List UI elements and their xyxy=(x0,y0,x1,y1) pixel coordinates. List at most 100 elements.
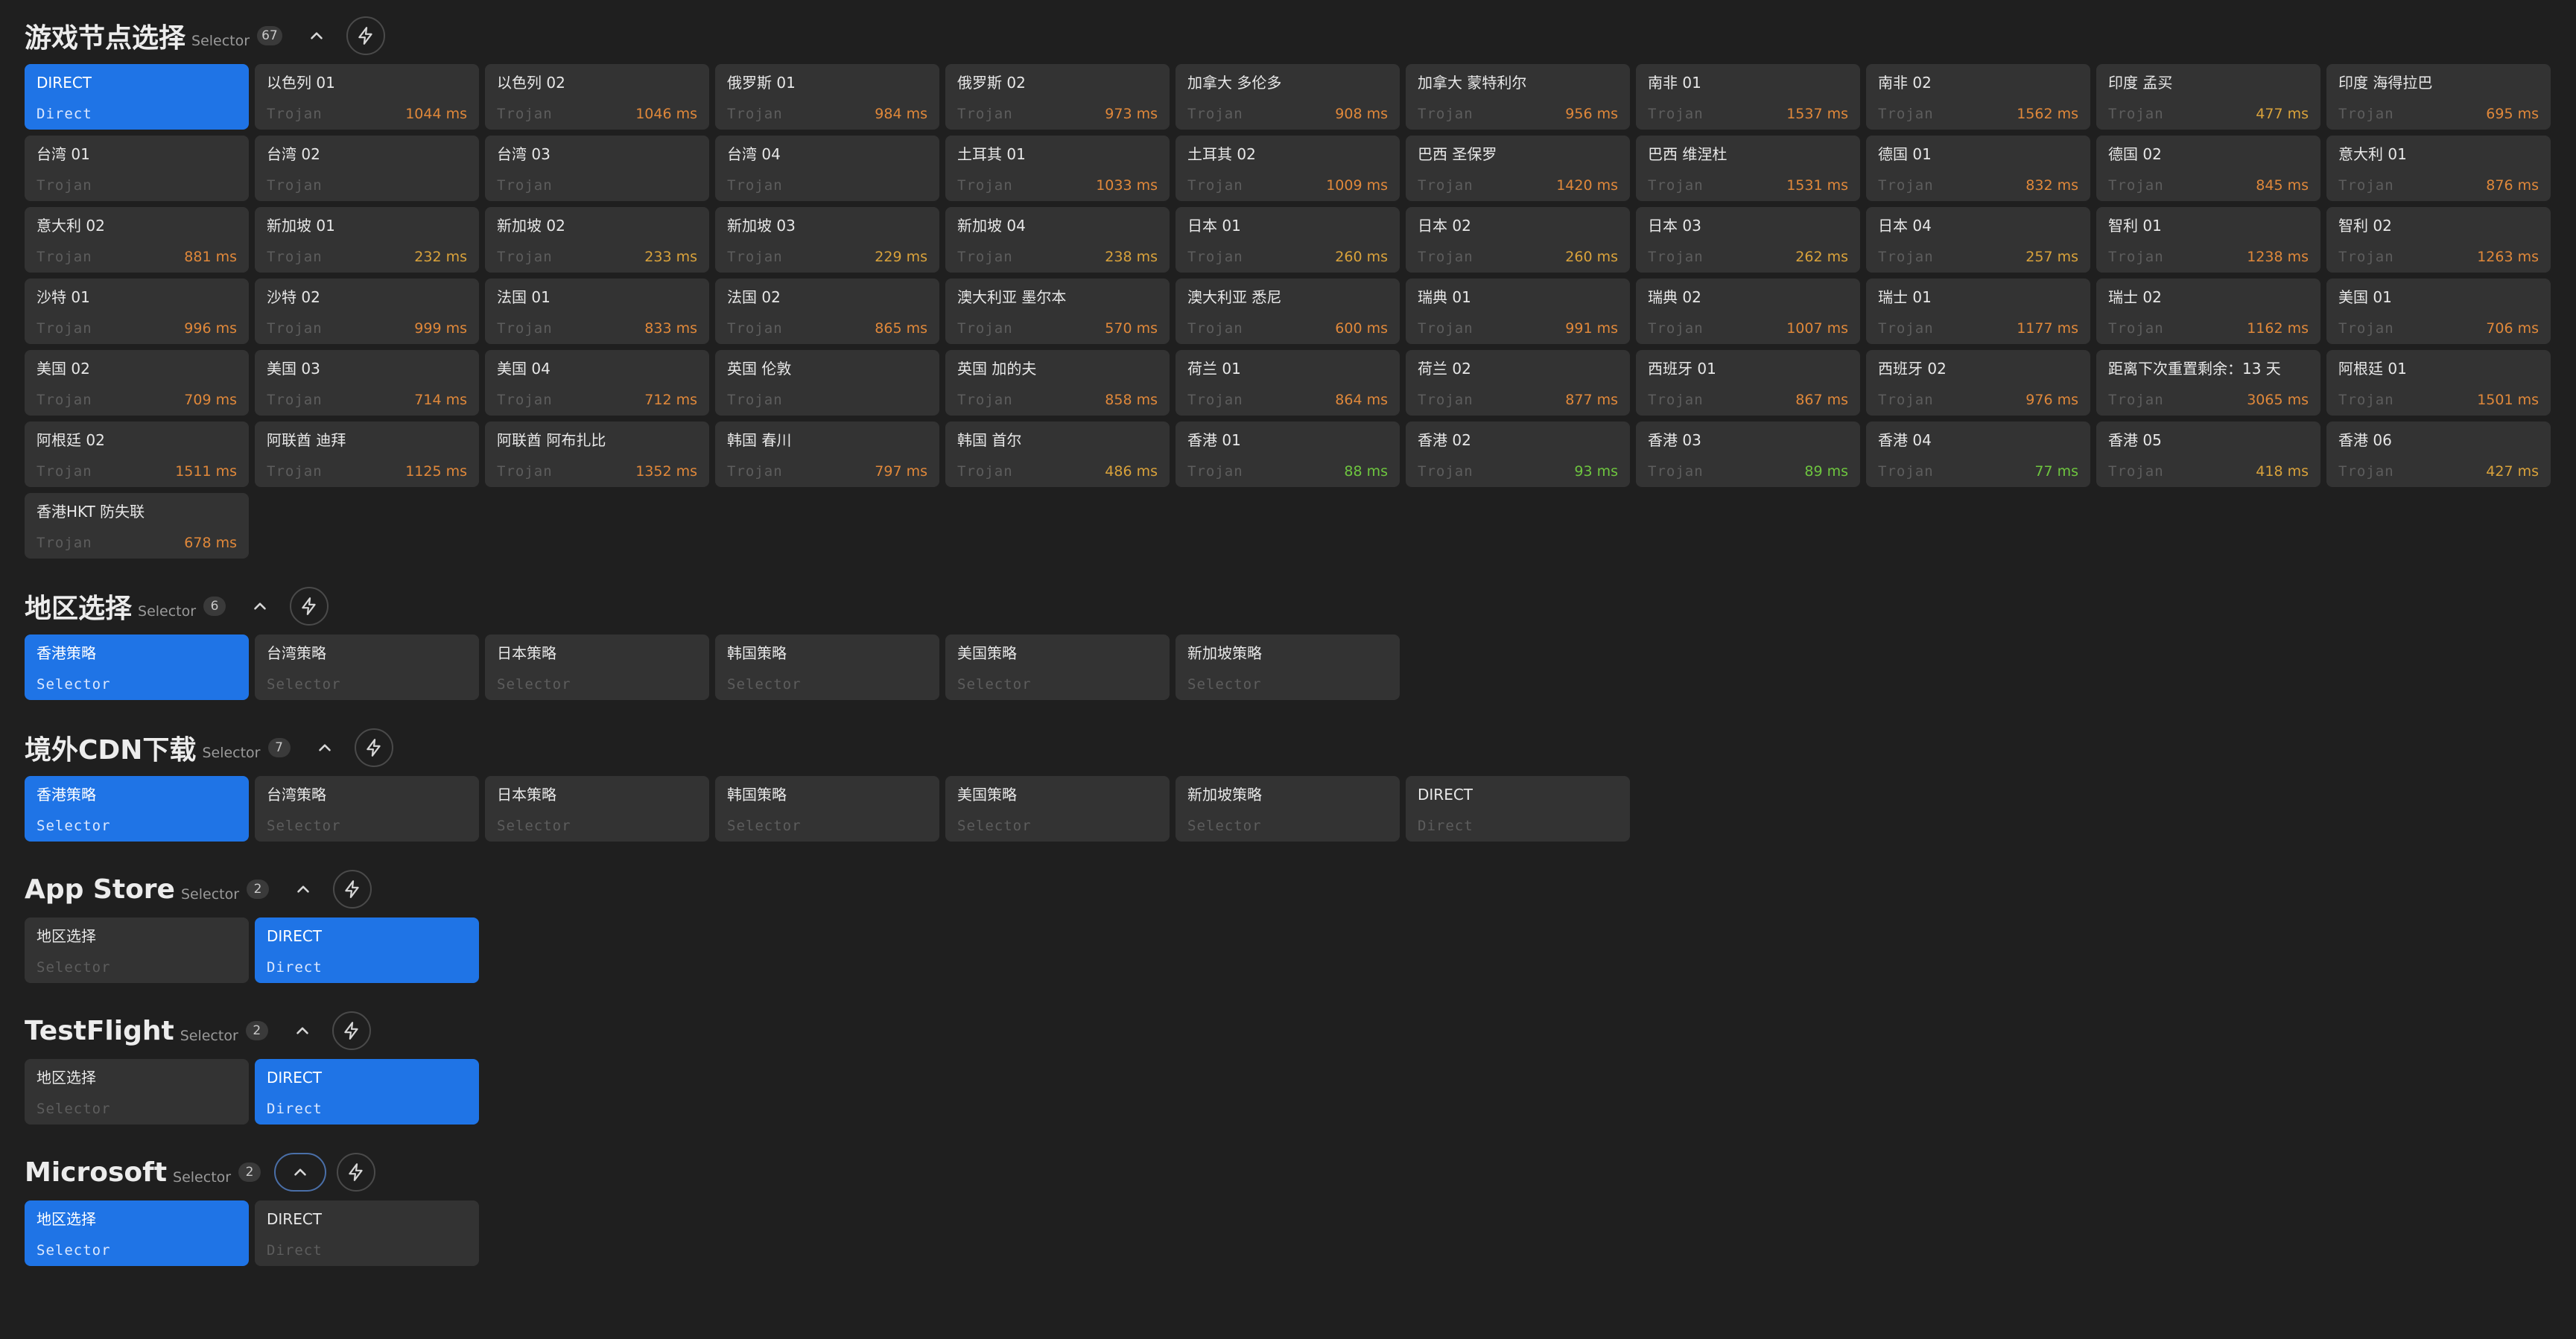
proxy-node-card[interactable]: 瑞士 02 Trojan 1162 ms xyxy=(2096,279,2320,344)
proxy-node-card[interactable]: 沙特 02 Trojan 999 ms xyxy=(255,279,479,344)
latency-test-button[interactable] xyxy=(354,728,393,767)
proxy-node-card[interactable]: 土耳其 02 Trojan 1009 ms xyxy=(1176,136,1400,201)
proxy-node-card[interactable]: 美国 03 Trojan 714 ms xyxy=(255,350,479,416)
collapse-button[interactable] xyxy=(297,16,336,55)
proxy-node-card[interactable]: 美国 02 Trojan 709 ms xyxy=(25,350,249,416)
node-type: Selector xyxy=(497,676,571,693)
proxy-node-card[interactable]: 法国 01 Trojan 833 ms xyxy=(485,279,709,344)
proxy-node-card[interactable]: 香港 05 Trojan 418 ms xyxy=(2096,422,2320,487)
proxy-node-card-selected[interactable]: DIRECT Direct xyxy=(255,1059,479,1125)
proxy-node-card[interactable]: 加拿大 多伦多 Trojan 908 ms xyxy=(1176,64,1400,130)
proxy-node-card[interactable]: 俄罗斯 02 Trojan 973 ms xyxy=(945,64,1170,130)
proxy-node-card-selected[interactable]: 香港策略 Selector xyxy=(25,776,249,842)
proxy-node-card[interactable]: 阿根廷 02 Trojan 1511 ms xyxy=(25,422,249,487)
proxy-node-card[interactable]: 香港 04 Trojan 77 ms xyxy=(1866,422,2090,487)
proxy-node-card[interactable]: 日本策略 Selector xyxy=(485,776,709,842)
proxy-node-card[interactable]: 瑞典 01 Trojan 991 ms xyxy=(1406,279,1630,344)
proxy-node-card[interactable]: 沙特 01 Trojan 996 ms xyxy=(25,279,249,344)
proxy-node-card[interactable]: 德国 02 Trojan 845 ms xyxy=(2096,136,2320,201)
proxy-node-card[interactable]: 巴西 维涅杜 Trojan 1531 ms xyxy=(1636,136,1860,201)
proxy-node-card[interactable]: 日本 04 Trojan 257 ms xyxy=(1866,207,2090,273)
proxy-node-card[interactable]: 日本 03 Trojan 262 ms xyxy=(1636,207,1860,273)
proxy-node-card-selected[interactable]: 地区选择 Selector xyxy=(25,1200,249,1266)
proxy-node-card[interactable]: 荷兰 01 Trojan 864 ms xyxy=(1176,350,1400,416)
collapse-button[interactable] xyxy=(305,728,344,767)
proxy-node-card[interactable]: 距离下次重置剩余：13 天 Trojan 3065 ms xyxy=(2096,350,2320,416)
collapse-button[interactable] xyxy=(283,1011,322,1050)
proxy-node-card[interactable]: 新加坡策略 Selector xyxy=(1176,776,1400,842)
proxy-node-card[interactable]: 意大利 01 Trojan 876 ms xyxy=(2326,136,2551,201)
proxy-node-card[interactable]: 德国 01 Trojan 832 ms xyxy=(1866,136,2090,201)
proxy-node-card[interactable]: 美国 04 Trojan 712 ms xyxy=(485,350,709,416)
proxy-node-card[interactable]: 以色列 01 Trojan 1044 ms xyxy=(255,64,479,130)
proxy-node-card[interactable]: 美国策略 Selector xyxy=(945,634,1170,700)
proxy-node-card[interactable]: DIRECT Direct xyxy=(1406,776,1630,842)
proxy-node-card[interactable]: 台湾 04 Trojan xyxy=(715,136,939,201)
proxy-node-card[interactable]: 新加坡 04 Trojan 238 ms xyxy=(945,207,1170,273)
proxy-node-card[interactable]: 台湾策略 Selector xyxy=(255,634,479,700)
proxy-node-card[interactable]: 英国 加的夫 Trojan 858 ms xyxy=(945,350,1170,416)
proxy-node-card[interactable]: 南非 01 Trojan 1537 ms xyxy=(1636,64,1860,130)
proxy-node-card[interactable]: 香港 01 Trojan 88 ms xyxy=(1176,422,1400,487)
proxy-node-card[interactable]: 瑞士 01 Trojan 1177 ms xyxy=(1866,279,2090,344)
proxy-node-card[interactable]: 韩国 首尔 Trojan 486 ms xyxy=(945,422,1170,487)
collapse-button[interactable] xyxy=(241,587,279,626)
proxy-node-card[interactable]: 韩国 春川 Trojan 797 ms xyxy=(715,422,939,487)
proxy-node-card[interactable]: 新加坡策略 Selector xyxy=(1176,634,1400,700)
proxy-node-card[interactable]: 香港 02 Trojan 93 ms xyxy=(1406,422,1630,487)
proxy-node-card-selected[interactable]: DIRECT Direct xyxy=(25,64,249,130)
proxy-node-card[interactable]: 西班牙 01 Trojan 867 ms xyxy=(1636,350,1860,416)
collapse-button[interactable] xyxy=(274,1153,327,1192)
proxy-node-card[interactable]: 法国 02 Trojan 865 ms xyxy=(715,279,939,344)
proxy-node-card[interactable]: 台湾 01 Trojan xyxy=(25,136,249,201)
latency-test-button[interactable] xyxy=(346,16,385,55)
latency-test-button[interactable] xyxy=(333,870,372,909)
proxy-node-card[interactable]: 台湾 02 Trojan xyxy=(255,136,479,201)
node-type: Trojan xyxy=(727,106,783,122)
proxy-node-card[interactable]: 日本 02 Trojan 260 ms xyxy=(1406,207,1630,273)
proxy-node-card[interactable]: 澳大利亚 墨尔本 Trojan 570 ms xyxy=(945,279,1170,344)
proxy-node-card[interactable]: 加拿大 蒙特利尔 Trojan 956 ms xyxy=(1406,64,1630,130)
latency-test-button[interactable] xyxy=(290,587,329,626)
proxy-node-card[interactable]: 瑞典 02 Trojan 1007 ms xyxy=(1636,279,1860,344)
proxy-node-card[interactable]: 英国 伦敦 Trojan xyxy=(715,350,939,416)
proxy-node-card-selected[interactable]: DIRECT Direct xyxy=(255,917,479,983)
proxy-node-card[interactable]: 智利 01 Trojan 1238 ms xyxy=(2096,207,2320,273)
proxy-node-card[interactable]: 日本策略 Selector xyxy=(485,634,709,700)
proxy-node-card[interactable]: 阿根廷 01 Trojan 1501 ms xyxy=(2326,350,2551,416)
proxy-node-card[interactable]: 智利 02 Trojan 1263 ms xyxy=(2326,207,2551,273)
proxy-node-card[interactable]: 阿联酋 阿布扎比 Trojan 1352 ms xyxy=(485,422,709,487)
proxy-node-card[interactable]: 荷兰 02 Trojan 877 ms xyxy=(1406,350,1630,416)
proxy-node-card[interactable]: 新加坡 03 Trojan 229 ms xyxy=(715,207,939,273)
proxy-node-card[interactable]: 韩国策略 Selector xyxy=(715,776,939,842)
proxy-node-card[interactable]: 新加坡 01 Trojan 232 ms xyxy=(255,207,479,273)
proxy-node-card[interactable]: 台湾 03 Trojan xyxy=(485,136,709,201)
proxy-node-card[interactable]: 以色列 02 Trojan 1046 ms xyxy=(485,64,709,130)
proxy-node-card[interactable]: 土耳其 01 Trojan 1033 ms xyxy=(945,136,1170,201)
proxy-node-card[interactable]: 阿联酋 迪拜 Trojan 1125 ms xyxy=(255,422,479,487)
proxy-node-card[interactable]: 香港 03 Trojan 89 ms xyxy=(1636,422,1860,487)
proxy-node-card[interactable]: 南非 02 Trojan 1562 ms xyxy=(1866,64,2090,130)
proxy-node-card[interactable]: DIRECT Direct xyxy=(255,1200,479,1266)
collapse-button[interactable] xyxy=(284,870,323,909)
proxy-node-card[interactable]: 台湾策略 Selector xyxy=(255,776,479,842)
proxy-node-card[interactable]: 美国 01 Trojan 706 ms xyxy=(2326,279,2551,344)
latency-test-button[interactable] xyxy=(331,1011,371,1050)
proxy-node-card[interactable]: 澳大利亚 悉尼 Trojan 600 ms xyxy=(1176,279,1400,344)
proxy-node-card[interactable]: 印度 海得拉巴 Trojan 695 ms xyxy=(2326,64,2551,130)
proxy-node-card[interactable]: 地区选择 Selector xyxy=(25,917,249,983)
proxy-node-card[interactable]: 印度 孟买 Trojan 477 ms xyxy=(2096,64,2320,130)
proxy-node-card[interactable]: 日本 01 Trojan 260 ms xyxy=(1176,207,1400,273)
proxy-node-card-selected[interactable]: 香港策略 Selector xyxy=(25,634,249,700)
proxy-node-card[interactable]: 俄罗斯 01 Trojan 984 ms xyxy=(715,64,939,130)
proxy-node-card[interactable]: 意大利 02 Trojan 881 ms xyxy=(25,207,249,273)
proxy-node-card[interactable]: 香港 06 Trojan 427 ms xyxy=(2326,422,2551,487)
proxy-node-card[interactable]: 新加坡 02 Trojan 233 ms xyxy=(485,207,709,273)
proxy-node-card[interactable]: 韩国策略 Selector xyxy=(715,634,939,700)
proxy-node-card[interactable]: 香港HKT 防失联 Trojan 678 ms xyxy=(25,493,249,559)
proxy-node-card[interactable]: 地区选择 Selector xyxy=(25,1059,249,1125)
proxy-node-card[interactable]: 西班牙 02 Trojan 976 ms xyxy=(1866,350,2090,416)
proxy-node-card[interactable]: 美国策略 Selector xyxy=(945,776,1170,842)
proxy-node-card[interactable]: 巴西 圣保罗 Trojan 1420 ms xyxy=(1406,136,1630,201)
latency-test-button[interactable] xyxy=(337,1153,376,1192)
